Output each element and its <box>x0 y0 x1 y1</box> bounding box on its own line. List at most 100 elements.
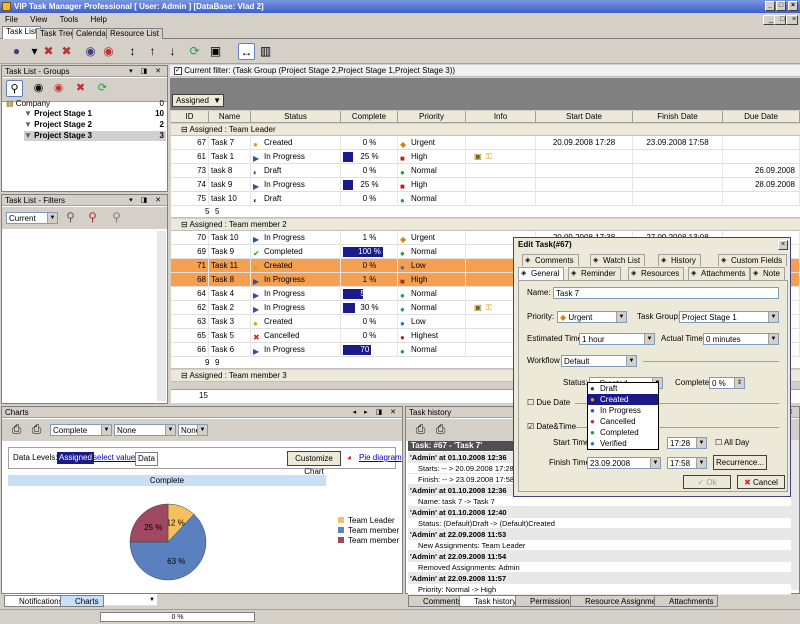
tree-item-stage2[interactable]: ▼ Project Stage 22 <box>24 120 166 130</box>
finish-date-select[interactable]: 23.09.2008 ▼ <box>587 457 661 469</box>
filter-options-icon[interactable]: ⚲ <box>84 209 101 226</box>
print-icon[interactable]: ⎙ <box>412 421 429 438</box>
chart-combo-field[interactable]: Complete ▼ <box>50 424 112 436</box>
table-row[interactable]: 73 task 8 ◐ Draft 0 % ● Normal 26.09.2008 <box>171 164 800 178</box>
chart-combo-extra[interactable]: None ▼ <box>178 424 208 436</box>
dialog-tab[interactable]: ◈ Comments <box>522 254 579 266</box>
tab-resource-list[interactable]: Resource List <box>106 28 163 39</box>
menu-help[interactable]: Help <box>85 13 111 26</box>
column-header[interactable]: Due Date <box>723 111 800 123</box>
group-row[interactable]: ⊟ Assigned : Team member 2 <box>171 219 800 231</box>
tree-item-stage3[interactable]: ▼ Project Stage 33 <box>24 131 166 141</box>
move-up-icon[interactable]: ↑ <box>144 43 161 60</box>
lock-icon[interactable]: ⚿ <box>486 303 492 312</box>
table-row[interactable]: 67 Task 7 ● Created 0 % ◆ Urgent 20.09.2008 17:… <box>171 136 800 150</box>
group-by-assigned[interactable]: Assigned ▼ <box>172 94 224 107</box>
delete-group-icon[interactable]: ✖ <box>72 80 89 97</box>
print-preview-icon[interactable]: ⎙ <box>28 421 45 438</box>
status-option[interactable]: ● Draft <box>588 383 658 394</box>
mdi-close-button[interactable]: × <box>786 15 798 25</box>
column-header[interactable]: ID <box>171 111 209 123</box>
dialog-tab[interactable]: ◈ General <box>518 267 565 280</box>
column-header[interactable]: Start Date <box>536 111 633 123</box>
menu-file[interactable]: File <box>0 13 23 26</box>
menu-tools[interactable]: Tools <box>55 13 84 26</box>
duedate-checkbox[interactable]: ☐ Due Date <box>527 397 570 409</box>
finish-time-select[interactable]: 17:58 ▼ <box>667 457 707 469</box>
task-name-input[interactable]: Task 7 <box>553 287 779 299</box>
collapse-icon[interactable]: ⊟ <box>181 371 188 380</box>
dialog-tab[interactable]: ◈ Note <box>750 267 785 280</box>
filter-checkbox[interactable]: ✓ <box>174 66 182 75</box>
column-header[interactable]: Complete <box>341 111 398 123</box>
new-task-icon[interactable]: ● <box>8 43 25 60</box>
maximize-button[interactable]: □ <box>776 1 786 11</box>
tab-attachments[interactable]: Attachments <box>654 595 719 607</box>
collapse-icon[interactable]: ⊟ <box>181 125 188 134</box>
history-scrollbar[interactable] <box>791 440 799 590</box>
table-row[interactable]: 74 task 9 ▶ In Progress 25 % ■ High 28.09.2008 <box>171 178 800 192</box>
level-select-value[interactable]: select value <box>93 452 135 464</box>
assign-icon[interactable]: ◉ <box>82 43 99 60</box>
table-row[interactable]: 61 Task 1 ▶ In Progress 25 % ■ High ▣ ⚿ <box>171 150 800 164</box>
start-time-select[interactable]: 17:28 ▼ <box>667 437 707 449</box>
panel-controls-icon[interactable]: ▾ ◨ ✕ <box>129 66 164 77</box>
filter-icon[interactable]: ⚲ <box>6 80 23 97</box>
expand-columns-icon[interactable]: ↔ <box>238 43 255 60</box>
dialog-tab[interactable]: ◈ Resources <box>628 267 685 280</box>
dialog-tab[interactable]: ◈ Custom Fields <box>718 254 788 266</box>
column-header[interactable]: Finish Date <box>633 111 723 123</box>
tree-root[interactable]: ▤ Company 0 <box>6 99 166 109</box>
recurrence-button[interactable]: Recurrence... <box>713 455 767 470</box>
filter-combo[interactable]: Current ▼ <box>6 212 58 224</box>
chart-combo-series[interactable]: None ▼ <box>114 424 176 436</box>
minimize-button[interactable]: _ <box>765 1 775 11</box>
actual-time-select[interactable]: 0 minutes ▼ <box>703 333 779 345</box>
status-option[interactable]: ● Created <box>588 394 658 405</box>
close-button[interactable]: × <box>788 1 798 11</box>
estimated-time-select[interactable]: 1 hour ▼ <box>579 333 655 345</box>
table-row[interactable]: 75 task 10 ◐ Draft 0 % ● Normal <box>171 192 800 206</box>
lock-icon[interactable]: ⚿ <box>486 152 492 161</box>
print-preview-icon[interactable]: ⎙ <box>432 421 449 438</box>
view-options-icon[interactable]: ▣ <box>207 43 224 60</box>
print-icon[interactable]: ⎙ <box>8 421 25 438</box>
unassign-icon[interactable]: ◉ <box>100 43 117 60</box>
menu-view[interactable]: View <box>25 13 52 26</box>
status-option[interactable]: ● In Progress <box>588 405 658 416</box>
attachment-icon[interactable]: ▣ <box>474 303 482 312</box>
delete-all-icon[interactable]: ✖ <box>58 43 75 60</box>
status-option[interactable]: ● Verified <box>588 438 658 449</box>
ok-button[interactable]: ✓ Ok <box>683 475 731 489</box>
workflow-select[interactable]: Default ▼ <box>561 355 637 367</box>
column-header[interactable]: Name <box>209 111 251 123</box>
status-option[interactable]: ● Cancelled <box>588 416 658 427</box>
complete-spinner[interactable]: 0 % ⇕ <box>709 377 745 389</box>
dialog-tab[interactable]: ◈ Reminder <box>568 267 621 280</box>
column-header[interactable]: Info <box>466 111 536 123</box>
dialog-tab[interactable]: ◈ Attachments <box>688 267 751 280</box>
move-down-icon[interactable]: ↓ <box>164 43 181 60</box>
apply-filter-icon[interactable]: ⚲ <box>62 209 79 226</box>
tab-comments[interactable]: Comments <box>408 595 467 607</box>
refresh-groups-icon[interactable]: ⟳ <box>94 80 111 97</box>
datetime-checkbox[interactable]: ☑ Date&Time <box>527 421 576 433</box>
dialog-tab[interactable]: ◈ History <box>658 254 701 266</box>
refresh-icon[interactable]: ⟳ <box>186 43 203 60</box>
dialog-close-button[interactable]: × <box>778 240 788 250</box>
status-option[interactable]: ● Completed <box>588 427 658 438</box>
pie-diagram-link[interactable]: Pie diagram <box>359 452 402 464</box>
priority-select[interactable]: ◆ Urgent ▼ <box>557 311 627 323</box>
level-data[interactable]: Data <box>135 452 158 466</box>
allday-checkbox[interactable]: ☐ All Day <box>715 437 749 449</box>
add-group-icon[interactable]: ◉ <box>30 80 47 97</box>
panel-controls-icon[interactable]: ◂ ▸ ◨ ✕ <box>353 407 399 418</box>
tab-charts[interactable]: Charts <box>60 595 104 607</box>
clear-filter-icon[interactable]: ⚲ <box>108 209 125 226</box>
task-group-select[interactable]: Project Stage 1 ▼ <box>679 311 779 323</box>
collapse-icon[interactable]: ⊟ <box>181 220 188 229</box>
filters-scrollbar[interactable] <box>157 231 166 401</box>
move-updown-icon[interactable]: ↕ <box>124 43 141 60</box>
group-row[interactable]: ⊟ Assigned : Team Leader <box>171 124 800 136</box>
delete-task-icon[interactable]: ✖ <box>40 43 57 60</box>
